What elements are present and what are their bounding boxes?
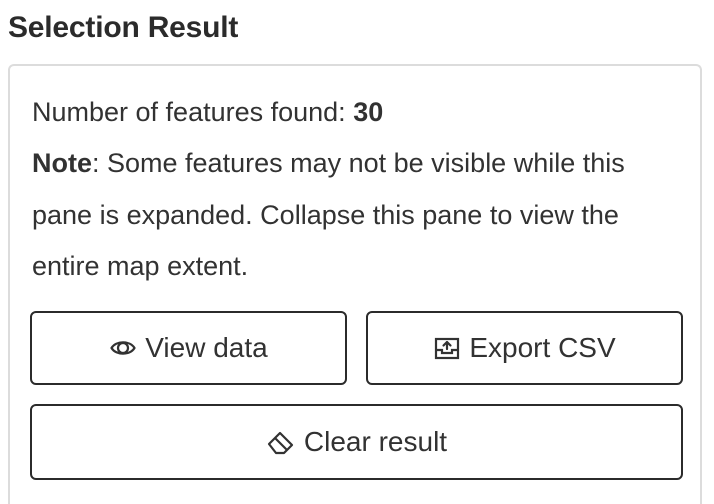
export-icon: [433, 334, 461, 362]
visibility-note: Note: Some features may not be visible w…: [32, 138, 672, 293]
clear-result-button[interactable]: Clear result: [30, 404, 683, 480]
features-count-value: 30: [353, 97, 384, 127]
export-csv-label: Export CSV: [469, 332, 616, 363]
features-count-line: Number of features found: 30: [32, 87, 383, 139]
clear-result-label: Clear result: [303, 426, 448, 457]
note-body: : Some features may not be visible while…: [32, 148, 625, 281]
eraser-icon: [266, 427, 296, 457]
view-data-button[interactable]: View data: [30, 311, 347, 385]
eye-icon: [109, 334, 137, 362]
note-label: Note: [32, 148, 92, 178]
export-csv-button[interactable]: Export CSV: [366, 311, 683, 385]
selection-result-panel: Number of features found: 30 Note: Some …: [8, 64, 702, 504]
view-data-label: View data: [145, 332, 268, 363]
panel-title: Selection Result: [8, 11, 239, 44]
features-count-label: Number of features found:: [32, 97, 346, 127]
